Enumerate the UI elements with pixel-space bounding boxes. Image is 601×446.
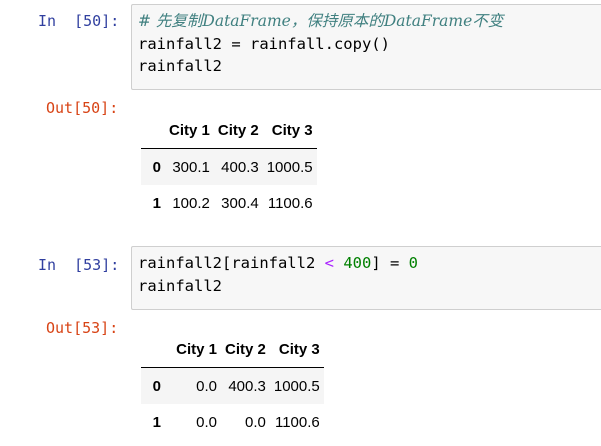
dataframe-output-50: City 1 City 2 City 3 0 300.1 400.3 1000.… bbox=[141, 113, 317, 221]
code-comment-line: # 先复制DataFrame，保持原本的DataFrame不变 bbox=[138, 12, 504, 30]
table-cell: 1100.6 bbox=[274, 413, 320, 431]
table-cell: 300.1 bbox=[172, 158, 210, 176]
column-header: City 3 bbox=[262, 113, 317, 149]
table-row: 1 100.2 300.4 1100.6 bbox=[141, 185, 317, 221]
input-prompt-50: In [50]: bbox=[38, 12, 120, 30]
code-text: rainfall2[rainfall2 bbox=[138, 254, 325, 272]
dataframe-output-53: City 1 City 2 City 3 0 0.0 400.3 1000.5 … bbox=[141, 332, 324, 440]
code-line-display: rainfall2 bbox=[138, 57, 222, 75]
table-cell: 100.2 bbox=[172, 194, 210, 212]
code-text: ] = bbox=[371, 254, 409, 272]
code-line-mask-assign: rainfall2[rainfall2 < 400] = 0 bbox=[138, 252, 601, 275]
table-cell: 0.0 bbox=[196, 377, 217, 395]
table-cell: 400.3 bbox=[228, 377, 266, 395]
output-prompt-50: Out[50]: bbox=[46, 99, 119, 117]
table-header-row: City 1 City 2 City 3 bbox=[141, 113, 317, 149]
column-header: City 1 bbox=[165, 113, 214, 149]
table-cell: 1100.6 bbox=[267, 194, 313, 212]
table-cell: 400.3 bbox=[221, 158, 259, 176]
table-cell: 1000.5 bbox=[273, 377, 320, 395]
table-cell: 300.4 bbox=[221, 194, 259, 212]
table-row: 0 0.0 400.3 1000.5 bbox=[141, 367, 324, 404]
column-header: City 1 bbox=[165, 332, 221, 368]
operator-token: < bbox=[324, 254, 334, 272]
table-cell: 0.0 bbox=[196, 413, 217, 431]
input-prompt-53: In [53]: bbox=[38, 256, 120, 274]
column-header: City 2 bbox=[221, 332, 270, 368]
row-index: 0 bbox=[152, 158, 161, 176]
table-header-row: City 1 City 2 City 3 bbox=[141, 332, 324, 368]
code-input-cell-53[interactable]: rainfall2[rainfall2 < 400] = 0 rainfall2 bbox=[131, 246, 601, 310]
index-header bbox=[141, 332, 165, 368]
table-row: 0 300.1 400.3 1000.5 bbox=[141, 148, 317, 185]
code-line-display: rainfall2 bbox=[138, 276, 222, 295]
number-token: 0 bbox=[408, 254, 418, 272]
table-row: 1 0.0 0.0 1100.6 bbox=[141, 404, 324, 440]
code-input-cell-50[interactable]: # 先复制DataFrame，保持原本的DataFrame不变 rainfall… bbox=[131, 4, 601, 90]
column-header: City 2 bbox=[213, 113, 263, 149]
code-line-copy: rainfall2 = rainfall.copy() bbox=[138, 34, 390, 53]
index-header bbox=[141, 113, 165, 149]
table-cell: 1000.5 bbox=[266, 158, 313, 176]
output-prompt-53: Out[53]: bbox=[46, 319, 119, 337]
row-index: 0 bbox=[152, 377, 161, 395]
row-index: 1 bbox=[152, 413, 161, 431]
number-token: 400 bbox=[343, 254, 372, 272]
column-header: City 3 bbox=[269, 332, 324, 368]
table-cell: 0.0 bbox=[245, 413, 266, 431]
row-index: 1 bbox=[152, 194, 161, 212]
